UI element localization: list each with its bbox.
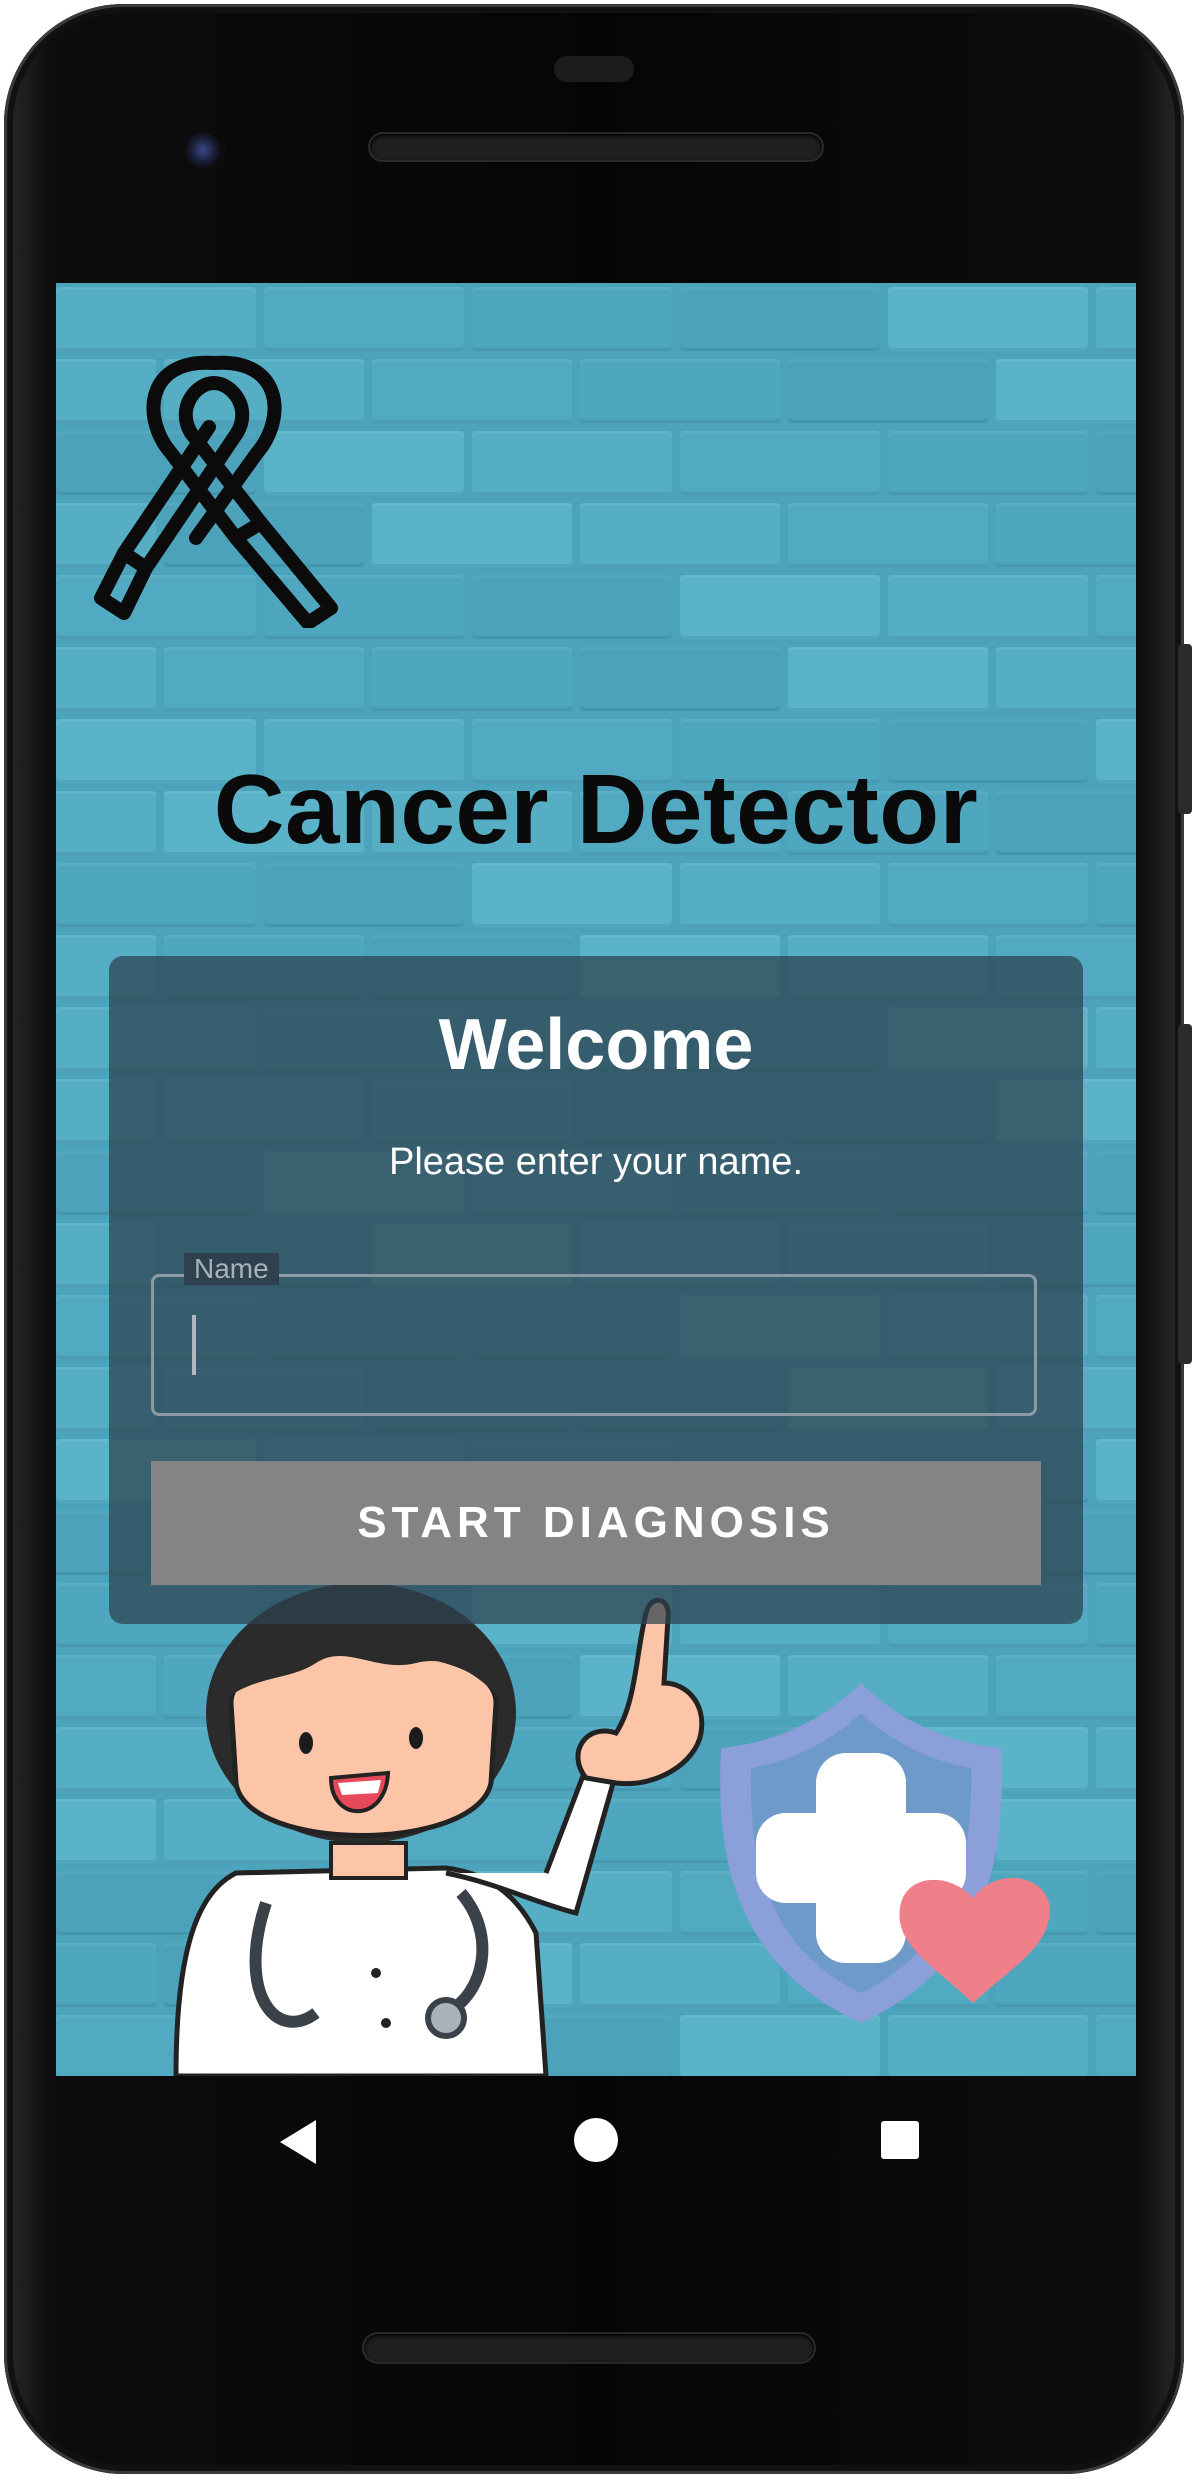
name-input[interactable] — [174, 1307, 1018, 1379]
brick — [888, 575, 1088, 639]
brick — [788, 647, 988, 711]
brick — [164, 647, 364, 711]
brick — [888, 431, 1088, 495]
welcome-card: Welcome Please enter your name. Name STA… — [109, 956, 1083, 1624]
brick — [580, 359, 780, 423]
brick — [888, 863, 1088, 927]
name-field[interactable]: Name — [151, 1253, 1037, 1416]
brick — [680, 863, 880, 927]
phone-frame: Cancer Detector Welcome Please enter you… — [4, 4, 1192, 2474]
brick — [1096, 1583, 1136, 1647]
brick-row — [56, 859, 1136, 931]
bottom-speaker — [364, 2334, 814, 2362]
brick — [580, 647, 780, 711]
doctor-pointing-illustration — [173, 1583, 705, 2076]
brick — [472, 431, 672, 495]
brick — [996, 359, 1136, 423]
brick — [888, 287, 1088, 351]
brick — [372, 359, 572, 423]
name-field-label: Name — [184, 1253, 279, 1285]
brick — [1096, 1439, 1136, 1503]
brick — [372, 503, 572, 567]
brick — [1096, 1727, 1136, 1791]
medical-shield-heart-icon — [720, 1683, 1050, 2023]
volume-button — [1178, 1024, 1192, 1364]
brick — [372, 647, 572, 711]
app-title: Cancer Detector — [213, 754, 979, 864]
brick — [264, 863, 464, 927]
home-circle-icon[interactable] — [574, 2118, 618, 2162]
back-triangle-icon[interactable] — [272, 2116, 324, 2168]
brick — [472, 863, 672, 927]
brick — [996, 647, 1136, 711]
brick — [680, 575, 880, 639]
brick — [1096, 1151, 1136, 1215]
brick — [1096, 287, 1136, 351]
power-button — [1178, 644, 1192, 814]
brick — [788, 503, 988, 567]
brick — [788, 359, 988, 423]
start-diagnosis-button[interactable]: START DIAGNOSIS — [151, 1461, 1041, 1585]
app-screen: Cancer Detector Welcome Please enter you… — [56, 283, 1136, 2076]
brick — [580, 503, 780, 567]
cancer-ribbon-icon — [94, 355, 338, 628]
brick — [1096, 1871, 1136, 1935]
brick — [56, 863, 256, 927]
brick — [1096, 863, 1136, 927]
brick — [680, 287, 880, 351]
recents-square-icon[interactable] — [881, 2121, 919, 2159]
brick-row — [56, 643, 1136, 715]
brick — [1096, 1007, 1136, 1071]
name-prompt: Please enter your name. — [388, 1141, 803, 1183]
brick — [472, 287, 672, 351]
brick — [1096, 1295, 1136, 1359]
brick — [680, 431, 880, 495]
brick — [1096, 431, 1136, 495]
welcome-heading: Welcome — [438, 1005, 754, 1085]
brick — [1096, 2015, 1136, 2076]
earpiece-speaker — [370, 134, 822, 160]
front-camera — [180, 127, 226, 173]
brick — [996, 503, 1136, 567]
brick — [1096, 575, 1136, 639]
brick — [472, 575, 672, 639]
sensor-notch — [554, 56, 634, 82]
brick — [56, 647, 156, 711]
